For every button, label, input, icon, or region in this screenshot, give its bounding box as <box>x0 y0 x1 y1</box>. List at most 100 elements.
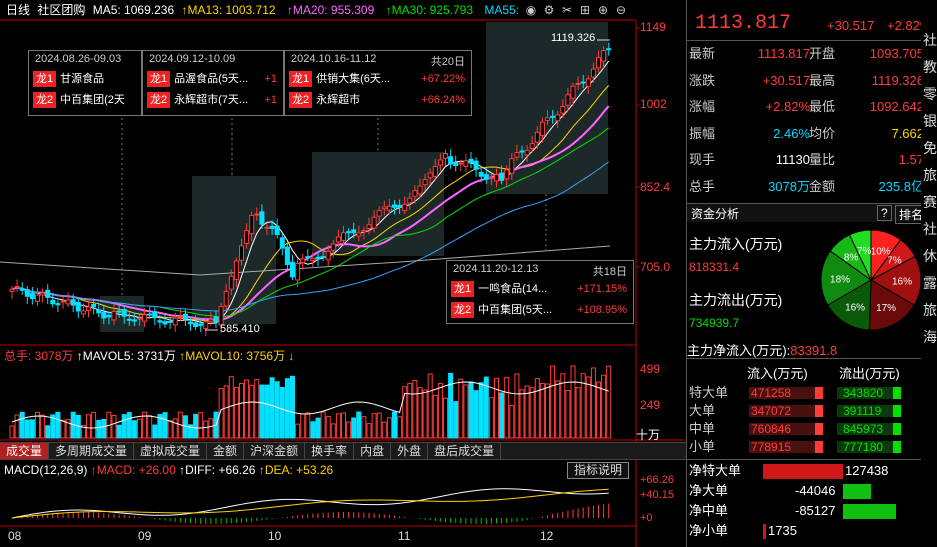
sector-char[interactable]: 免 <box>923 138 937 158</box>
candle-body <box>80 310 86 315</box>
volume-indicator-bar: 总手: 3078万 ↑MAVOL5: 3731万 ↑MAVOL10: 3756万… <box>0 348 686 364</box>
candle-body <box>239 245 244 261</box>
price-axis-4: 705.0 <box>640 260 671 274</box>
volume-bar <box>412 379 418 439</box>
candle-body <box>356 232 362 237</box>
sector-char[interactable]: 赛 <box>923 192 937 212</box>
tab-shsz-amount[interactable]: 沪深金额 <box>244 443 306 459</box>
candle-body <box>330 243 336 251</box>
flow-row: 小单 778915 777180 <box>687 438 937 456</box>
sector-char[interactable]: 零 <box>923 84 937 104</box>
outflow-bar <box>893 405 901 417</box>
volume-bar <box>366 423 372 439</box>
sector-char[interactable]: 银 <box>923 111 937 131</box>
volume-bar <box>407 382 413 439</box>
leader-box-3[interactable]: 2024.10.16-11.12 共20日 龙1 供销大集(6天... +67.22%… <box>284 50 472 116</box>
candle-body <box>249 214 255 235</box>
candle-body <box>264 226 270 229</box>
flow-out-header: 流出(万元) <box>839 366 900 381</box>
sector-char[interactable]: 休 <box>923 246 937 266</box>
candle-body <box>106 314 112 318</box>
volume-bar <box>351 417 357 439</box>
pie-label: 17% <box>876 303 896 314</box>
mavol5: ↑MAVOL5: 3731万 <box>76 349 176 363</box>
volume-bar <box>590 367 596 439</box>
volume-bar <box>203 420 209 439</box>
tab-outer[interactable]: 外盘 <box>391 443 429 459</box>
volume-bar <box>29 419 35 439</box>
candle-body <box>45 289 51 298</box>
tab-amount[interactable]: 金额 <box>207 443 245 459</box>
leader-row-1: 龙1 供销大集(6天... +67.22% <box>285 69 471 90</box>
quote-label: 总手 <box>689 178 716 194</box>
candle-body <box>534 131 540 143</box>
volume-bar <box>121 414 127 439</box>
volume-bar <box>223 385 229 439</box>
volume-bar <box>478 382 484 439</box>
tab-turnover[interactable]: 换手率 <box>305 443 355 459</box>
volume-bar <box>55 411 61 439</box>
volume-bar <box>60 419 66 439</box>
pie-label: 16% <box>892 276 912 287</box>
candle-body <box>550 115 556 118</box>
candle-body <box>86 306 91 312</box>
indicator-help-button[interactable]: 指标说明 <box>567 462 629 479</box>
zone-shade-2 <box>192 176 276 324</box>
tab-after-hours[interactable]: 盘后成交量 <box>428 443 502 459</box>
flow-label: 大单 <box>689 403 716 418</box>
leader-box-1[interactable]: 2024.08.26-09.03 龙1 甘源食品 龙2 中百集团(2天 <box>28 50 142 116</box>
outflow-bar <box>893 441 901 453</box>
volume-bar <box>315 417 321 439</box>
volume-bar <box>504 376 510 439</box>
tab-volume[interactable]: 成交量 <box>0 443 50 459</box>
volume-bar <box>585 376 591 439</box>
volume-bar <box>422 389 428 439</box>
flow-in-header: 流入(万元) <box>747 366 808 381</box>
sector-char[interactable]: 旅 <box>923 300 937 320</box>
net-inflow: 主力净流入(万元):83391.8 <box>687 343 838 358</box>
quote-label: 金额 <box>809 178 836 194</box>
kline-chart-area[interactable]: 日线 社区团购 MA5: 1069.236 ↑MA13: 1003.712 ↑M… <box>0 0 686 547</box>
sector-char[interactable]: 社 <box>923 219 937 239</box>
vol-axis-unit: 十万 <box>636 428 661 442</box>
volume-tabs: 成交量 多周期成交量 虚拟成交量 金额 沪深金额 换手率 内盘 外盘 盘后成交量 <box>0 442 686 460</box>
candle-body <box>284 246 290 265</box>
tab-inner[interactable]: 内盘 <box>354 443 392 459</box>
volume-bar <box>233 386 239 439</box>
candle-body <box>366 224 372 230</box>
volume-bar <box>86 414 91 439</box>
candle-body <box>488 177 494 180</box>
price-axis-1: 1149 <box>640 20 666 34</box>
leader-box-4[interactable]: 2024.11.20-12.13 共18日 龙1 一鸣食品(14... +171.15… <box>446 260 634 324</box>
leader-box-2[interactable]: 2024.09.12-10.09 龙1 品渥食品(5天... +1 龙2 永辉超市(7… <box>142 50 284 116</box>
sector-char[interactable]: 教 <box>923 57 937 77</box>
candle-body <box>137 317 142 320</box>
volume-bar <box>295 423 301 439</box>
quote-panel: 1113.817 +30.517 +2.82% 最新 1113.817 开盘 1… <box>686 0 937 547</box>
candle-body <box>432 166 438 177</box>
candle-body <box>315 256 321 260</box>
help-button[interactable]: ? <box>877 205 892 221</box>
candle-body <box>585 78 591 87</box>
volume-bar <box>325 415 331 439</box>
sector-char[interactable]: 社 <box>923 30 937 50</box>
volume-bar <box>601 374 607 439</box>
tab-multi-period-volume[interactable]: 多周期成交量 <box>49 443 135 459</box>
candle-body <box>29 293 35 300</box>
flow-label: 中单 <box>689 421 716 436</box>
tab-virtual-volume[interactable]: 虚拟成交量 <box>134 443 208 459</box>
candle-body <box>233 260 239 280</box>
volume-bar <box>96 419 102 439</box>
candle-body <box>514 152 520 158</box>
candle-body <box>9 288 15 292</box>
net-flow-label: 净小单 <box>689 523 729 538</box>
candle-body <box>55 303 61 306</box>
net-flow-bar <box>843 484 871 499</box>
sector-char[interactable]: 旅 <box>923 165 937 185</box>
volume-bar <box>437 382 443 439</box>
candle-body <box>24 289 30 297</box>
candle-body <box>412 190 418 197</box>
sector-char[interactable]: 露 <box>923 273 937 293</box>
macd-label: MACD(12,26,9) <box>4 463 88 477</box>
sector-char[interactable]: 海 <box>923 327 937 347</box>
